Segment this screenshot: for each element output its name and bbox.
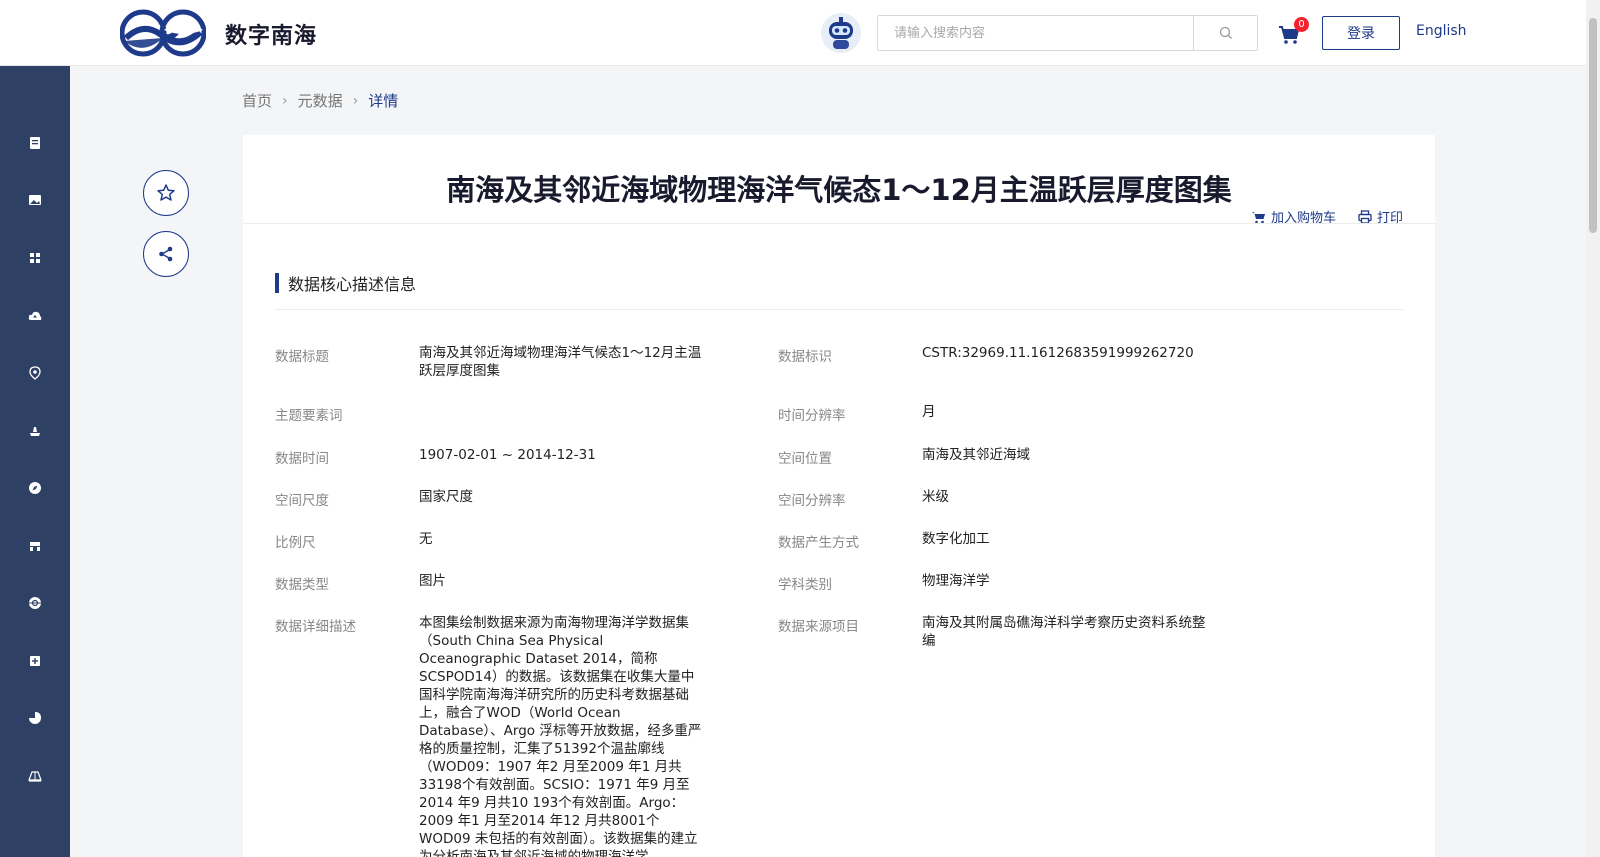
pie-chart-icon — [29, 712, 41, 724]
divider — [275, 309, 1403, 310]
breadcrumb-detail: 详情 — [368, 92, 399, 110]
section-header: 数据核心描述信息 — [275, 273, 417, 294]
cart-count-badge: 0 — [1294, 17, 1309, 32]
shopping-cart-icon — [1251, 211, 1265, 223]
field-value-data-id[interactable]: CSTR:32969.11.1612683591999262720 — [922, 344, 1242, 362]
sidebar-item-document[interactable] — [0, 123, 70, 163]
field-value-time-resolution: 月 — [922, 404, 936, 420]
search-box — [877, 15, 1258, 51]
favorite-button[interactable] — [143, 170, 189, 216]
sidebar-item-grid[interactable] — [0, 238, 70, 278]
location-icon — [29, 366, 41, 380]
breadcrumb-metadata[interactable]: 元数据 — [298, 90, 343, 111]
sidebar-item-compass[interactable] — [0, 468, 70, 508]
sidebar-item-store[interactable] — [0, 526, 70, 566]
field-value-spatial-scale: 国家尺度 — [419, 489, 473, 505]
field-value-data-title: 南海及其邻近海域物理海洋气候态1～12月主温跃层厚度图集 — [419, 345, 702, 379]
sidebar-item-ship[interactable] — [0, 411, 70, 451]
login-button[interactable]: 登录 — [1322, 16, 1400, 50]
field-label-spatial-location: 空间位置 — [778, 451, 832, 467]
chevron-right-icon: › — [352, 92, 359, 109]
field-value-source-project[interactable]: 南海及其附属岛礁海洋科学考察历史资料系统整编 — [922, 614, 1212, 650]
divider — [243, 223, 1435, 224]
detail-card: 南海及其邻近海域物理海洋气候态1～12月主温跃层厚度图集 加入购物车 打印 数据… — [243, 135, 1435, 857]
sidebar-item-image[interactable] — [0, 180, 70, 220]
store-icon — [30, 542, 40, 551]
page-scrollbar[interactable] — [1586, 0, 1600, 857]
field-label-data-id: 数据标识 — [778, 349, 832, 365]
site-logo[interactable] — [120, 8, 206, 58]
field-label-scale: 比例尺 — [275, 535, 316, 551]
sidebar-item-globe[interactable] — [0, 583, 70, 623]
share-button[interactable] — [143, 231, 189, 277]
compass-icon — [29, 482, 41, 494]
field-label-discipline: 学科类别 — [778, 577, 832, 593]
field-value-discipline: 物理海洋学 — [922, 573, 990, 589]
breadcrumb-home[interactable]: 首页 — [242, 90, 272, 111]
field-value-spatial-location: 南海及其邻近海域 — [922, 447, 1030, 463]
ship-icon — [30, 427, 40, 436]
sidebar-item-location[interactable] — [0, 353, 70, 393]
cart-button[interactable]: 0 — [1278, 17, 1309, 46]
share-icon — [159, 246, 173, 262]
field-label-data-time: 数据时间 — [275, 451, 329, 467]
image-icon — [29, 195, 41, 205]
sidebar-item-statistics[interactable] — [0, 698, 70, 738]
field-label-data-type: 数据类型 — [275, 577, 329, 593]
field-value-data-time: 1907-02-01 ~ 2014-12-31 — [419, 447, 596, 463]
top-header: 数字南海 0 登录 English — [0, 0, 1600, 66]
star-icon — [157, 184, 175, 201]
field-value-scale: 无 — [419, 531, 433, 547]
document-icon — [30, 137, 40, 149]
site-title[interactable]: 数字南海 — [225, 18, 317, 50]
section-accent-bar — [275, 273, 279, 293]
field-label-data-title: 数据标题 — [275, 349, 329, 365]
field-label-time-resolution: 时间分辨率 — [778, 408, 846, 424]
field-label-spatial-scale: 空间尺度 — [275, 493, 329, 509]
left-sidebar — [0, 66, 70, 857]
section-title: 数据核心描述信息 — [288, 275, 417, 294]
globe-icon — [29, 597, 41, 609]
map-icon — [28, 771, 42, 782]
scrollbar-thumb[interactable] — [1589, 18, 1597, 233]
field-label-generation-method: 数据产生方式 — [778, 535, 859, 551]
breadcrumb: 首页 › 元数据 › 详情 — [242, 90, 398, 111]
field-label-spatial-resolution: 空间分辨率 — [778, 493, 846, 509]
field-value-spatial-resolution: 米级 — [922, 489, 949, 505]
field-value-data-type: 图片 — [419, 573, 446, 589]
field-value-description: 本图集绘制数据来源为南海物理海洋学数据集（South China Sea Phy… — [419, 615, 702, 857]
printer-icon — [1358, 209, 1372, 224]
ai-assistant-avatar-icon[interactable] — [820, 12, 862, 54]
sidebar-item-add[interactable] — [0, 641, 70, 681]
sidebar-item-upload[interactable] — [0, 296, 70, 336]
grid-icon — [30, 253, 40, 263]
cloud-upload-icon — [28, 311, 42, 320]
search-input[interactable] — [878, 16, 1193, 50]
field-label-description: 数据详细描述 — [275, 619, 356, 635]
plus-square-icon — [30, 656, 40, 666]
field-label-source-project: 数据来源项目 — [778, 619, 859, 635]
page-title: 南海及其邻近海域物理海洋气候态1～12月主温跃层厚度图集 — [446, 173, 1232, 207]
search-icon — [1219, 26, 1232, 39]
language-switch-link[interactable]: English — [1416, 23, 1467, 39]
search-button[interactable] — [1193, 16, 1257, 50]
field-value-generation-method: 数字化加工 — [922, 531, 990, 547]
sidebar-item-map[interactable] — [0, 756, 70, 796]
chevron-right-icon: › — [282, 92, 288, 109]
field-label-keywords: 主题要素词 — [275, 408, 343, 424]
